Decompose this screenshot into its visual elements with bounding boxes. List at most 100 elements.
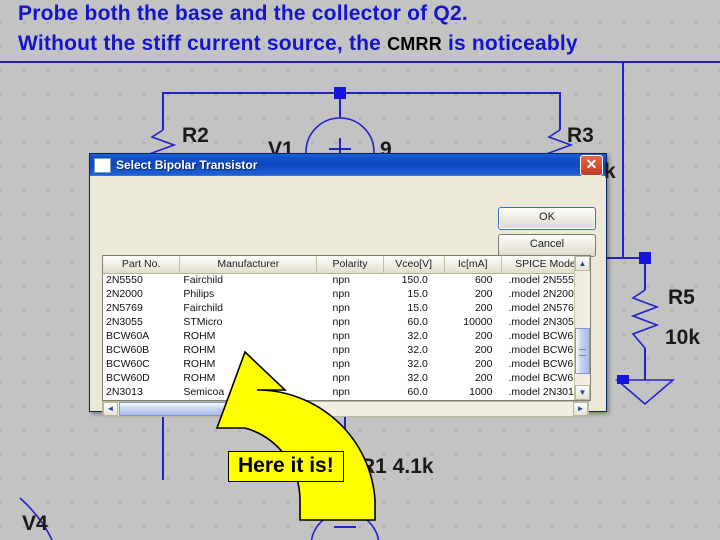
cell-vceo: 15.0 bbox=[407, 302, 428, 314]
banner-divider bbox=[0, 61, 720, 63]
cell-manufacturer: ROHM bbox=[183, 344, 216, 356]
label-r5: R5 bbox=[668, 286, 695, 309]
table-row[interactable]: BCW60D ROHM npn 32.0 200 .model BCW6 bbox=[103, 372, 590, 386]
cell-polarity: npn bbox=[332, 358, 351, 370]
cell-manufacturer: STMicro bbox=[183, 316, 223, 328]
cell-ic: 200 bbox=[474, 358, 493, 370]
table-row[interactable]: 2N3013 Semicoa npn 60.0 1000 .model 2N301 bbox=[103, 386, 590, 400]
column-header-manufacturer[interactable]: Manufacturer bbox=[180, 256, 318, 273]
ok-button[interactable]: OK bbox=[498, 207, 596, 230]
cell-polarity: npn bbox=[332, 386, 351, 398]
cell-polarity: npn bbox=[332, 302, 351, 314]
cell-part: 2N5769 bbox=[106, 302, 143, 314]
annotation-banner: Probe both the base and the collector of… bbox=[0, 0, 720, 62]
cell-polarity: npn bbox=[332, 288, 351, 300]
cell-ic: 200 bbox=[474, 372, 493, 384]
cell-vceo: 32.0 bbox=[407, 330, 428, 342]
cell-ic: 200 bbox=[474, 302, 493, 314]
cell-part: BCW60B bbox=[106, 344, 150, 356]
select-bipolar-transistor-dialog: Select Bipolar Transistor ✕ OK Cancel Pa… bbox=[89, 153, 607, 417]
cell-manufacturer: ROHM bbox=[183, 372, 216, 384]
cell-vceo: 60.0 bbox=[407, 386, 428, 398]
table-row[interactable]: 2N5550 Fairchild npn 150.0 600 .model 2N555 bbox=[103, 274, 590, 288]
cell-manufacturer: Philips bbox=[183, 288, 215, 300]
scroll-right-icon[interactable]: ► bbox=[573, 402, 588, 416]
column-header-part-no[interactable]: Part No. bbox=[103, 256, 181, 273]
vertical-scrollbar[interactable]: ▲ ▼ bbox=[574, 256, 590, 400]
resistor-r5-symbol bbox=[630, 289, 660, 349]
banner-line-2-cmrr: CMRR bbox=[387, 34, 442, 54]
cancel-button[interactable]: Cancel bbox=[498, 234, 596, 257]
horizontal-scrollbar[interactable]: ◄ ► bbox=[102, 401, 589, 417]
cell-polarity: npn bbox=[332, 372, 351, 384]
list-header-row: Part No. Manufacturer Polarity Vceo[V] I… bbox=[103, 256, 590, 274]
junction-node-ground bbox=[617, 375, 629, 384]
cell-ic: 200 bbox=[474, 344, 493, 356]
table-row[interactable]: 2N5769 Fairchild npn 15.0 200 .model 2N576 bbox=[103, 302, 590, 316]
banner-line-1: Probe both the base and the collector of… bbox=[18, 2, 468, 25]
dialog-titlebar[interactable]: Select Bipolar Transistor ✕ bbox=[90, 154, 606, 176]
junction-node-top bbox=[334, 87, 346, 99]
dialog-body: OK Cancel Part No. Manufacturer Polarity… bbox=[90, 176, 606, 417]
cell-manufacturer: Fairchild bbox=[183, 302, 224, 314]
label-r3-value: k bbox=[604, 160, 616, 183]
cell-vceo: 32.0 bbox=[407, 358, 428, 370]
cell-polarity: npn bbox=[332, 274, 351, 286]
table-row[interactable]: 2N3055 STMicro npn 60.0 10000 .model 2N305 bbox=[103, 316, 590, 330]
junction-node-r5 bbox=[639, 252, 651, 264]
cell-ic: 600 bbox=[474, 274, 493, 286]
wire-top-right bbox=[340, 92, 561, 130]
banner-line-2-part-a: Without the stiff current source, the bbox=[18, 32, 382, 55]
cell-ic: 1000 bbox=[469, 386, 493, 398]
label-r3: R3 bbox=[567, 124, 594, 147]
cell-vceo: 32.0 bbox=[407, 372, 428, 384]
cell-part: 2N3013 bbox=[106, 386, 143, 398]
cell-manufacturer: ROHM bbox=[183, 330, 216, 342]
label-v4: V4 bbox=[22, 512, 48, 535]
banner-line-2-part-c: is noticeably bbox=[447, 32, 578, 55]
window-icon bbox=[94, 157, 111, 173]
cell-polarity: npn bbox=[332, 330, 351, 342]
column-header-vceo[interactable]: Vceo[V] bbox=[384, 256, 445, 273]
cell-part: 2N3055 bbox=[106, 316, 143, 328]
cell-ic: 200 bbox=[474, 288, 493, 300]
cell-part: BCW60D bbox=[106, 372, 150, 384]
cell-vceo: 32.0 bbox=[407, 344, 428, 356]
scroll-left-icon[interactable]: ◄ bbox=[103, 402, 118, 416]
cell-polarity: npn bbox=[332, 344, 351, 356]
table-row[interactable]: BCW60C ROHM npn 32.0 200 .model BCW6 bbox=[103, 358, 590, 372]
cell-ic: 200 bbox=[474, 330, 493, 342]
column-header-ic[interactable]: Ic[mA] bbox=[445, 256, 502, 273]
table-row[interactable]: BCW60A ROHM npn 32.0 200 .model BCW6 bbox=[103, 330, 590, 344]
close-icon[interactable]: ✕ bbox=[580, 154, 603, 176]
cell-manufacturer: Semicoa bbox=[183, 386, 225, 398]
label-r1: R1 4.1k bbox=[360, 455, 434, 478]
banner-line-2: Without the stiff current source, the CM… bbox=[18, 32, 578, 56]
scrollbar-grip-icon bbox=[579, 349, 586, 356]
cell-vceo: 15.0 bbox=[407, 288, 428, 300]
callout-label: Here it is! bbox=[228, 451, 344, 482]
schematic-editor-canvas: R2 V1 9 R3 k R5 10k R1 4.1k V4 Probe bot… bbox=[0, 0, 720, 540]
cell-part: 2N2000 bbox=[106, 288, 143, 300]
cell-vceo: 150.0 bbox=[401, 274, 428, 286]
list-rows: 2N5550 Fairchild npn 150.0 600 .model 2N555 2N… bbox=[103, 274, 590, 400]
transistor-list[interactable]: Part No. Manufacturer Polarity Vceo[V] I… bbox=[102, 255, 591, 401]
vertical-scrollbar-thumb[interactable] bbox=[575, 328, 590, 374]
cell-ic: 10000 bbox=[463, 316, 493, 328]
dialog-title: Select Bipolar Transistor bbox=[116, 158, 258, 172]
column-header-polarity[interactable]: Polarity bbox=[317, 256, 384, 273]
horizontal-scrollbar-thumb[interactable] bbox=[119, 402, 229, 416]
cell-part: BCW60A bbox=[106, 330, 150, 342]
cell-polarity: npn bbox=[332, 316, 351, 328]
cell-part: BCW60C bbox=[106, 358, 150, 370]
table-row[interactable]: 2N2000 Philips npn 15.0 200 .model 2N200 bbox=[103, 288, 590, 302]
cell-part: 2N5550 bbox=[106, 274, 143, 286]
cell-manufacturer: ROHM bbox=[183, 358, 216, 370]
label-r5-value: 10k bbox=[665, 326, 701, 349]
cell-vceo: 60.0 bbox=[407, 316, 428, 328]
scroll-up-icon[interactable]: ▲ bbox=[575, 256, 590, 271]
cell-manufacturer: Fairchild bbox=[183, 274, 224, 286]
table-row[interactable]: BCW60B ROHM npn 32.0 200 .model BCW6 bbox=[103, 344, 590, 358]
scroll-down-icon[interactable]: ▼ bbox=[575, 385, 590, 400]
label-r2: R2 bbox=[182, 124, 209, 147]
